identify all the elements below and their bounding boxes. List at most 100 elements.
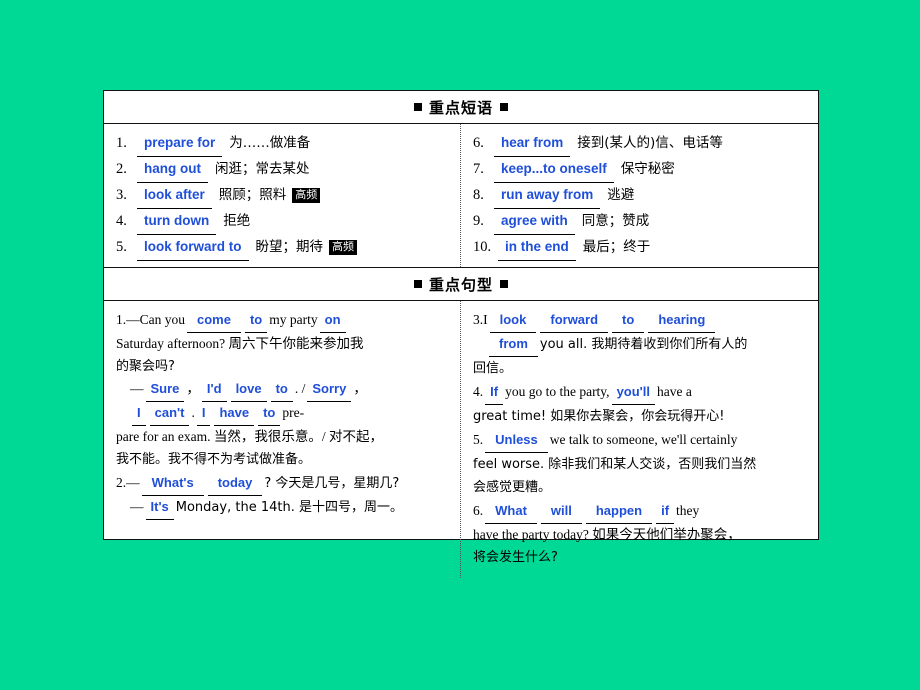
phrase-meaning: 为……做准备 [229,135,311,151]
sentence-text: you all. 我期待着收到你们所有人的 [539,337,748,352]
sentence-blank: have [214,402,255,426]
phrase-row: 10. in the end 最后；终于 [473,235,808,261]
sentence-number: 4. [473,384,484,399]
sentences-left-column: 1.—Can you come to my party on Saturday afte… [104,301,461,578]
sentence-blank: Sorry [307,378,352,402]
phrase-meaning: 盼望；期待 [255,239,324,255]
phrase-meaning: 最后；终于 [582,239,651,255]
phrase-meaning: 拒绝 [223,213,251,229]
square-bullet-icon [413,103,422,111]
sentence-text: ? 今天是几号，星期几? [264,476,400,491]
sentence-line: feel worse. 除非我们和某人交谈，否则我们当然 [473,457,757,472]
sentence-number: 6. [473,503,484,518]
sentences-columns: 1.—Can you come to my party on Saturday afte… [104,301,818,578]
sentence-line: 我不能。我不得不为考试做准备。 [116,452,312,467]
sentence-line: 的聚会吗? [116,359,175,374]
comma: ， [353,381,367,396]
sentence-number: 5. [473,432,484,447]
sentence-line: 会感觉更糟。 [473,480,552,495]
sentence-text: you go to the party, [505,384,610,399]
phrases-title-text: 重点短语 [428,100,493,117]
sentence-lead: I [483,312,488,327]
phrase-row: 6. hear from 接到(某人的)信、电话等 [473,131,808,157]
sentence-line: pare for an exam. 当然，我很乐意。/ 对不起， [116,429,383,444]
phrase-meaning: 同意；赞成 [581,213,650,229]
sentence-item-4: 4. If you go to the party, you'll have a gre… [473,381,808,428]
phrases-columns: 1. prepare for 为……做准备 2. hang out 闲逛；常去某… [104,124,818,267]
sentence-blank: happen [585,500,653,524]
sentences-title-text: 重点句型 [428,277,493,294]
sentence-line: 将会发生什么? [473,550,558,565]
sentence-blank: Unless [485,429,548,453]
sentence-blank: to [258,402,281,426]
phrase-blank: look after [137,183,212,209]
phrases-right-column: 6. hear from 接到(某人的)信、电话等 7. keep...to o… [461,124,818,267]
dash: — [130,499,144,514]
phrase-blank: prepare for [137,131,223,157]
phrase-meaning: 照顾；照料 [218,187,287,203]
period: . [191,405,195,420]
sentence-blank: Sure [145,378,185,402]
high-frequency-tag: 高频 [329,240,357,256]
phrase-row: 5. look forward to 盼望；期待 高频 [116,235,450,261]
phrase-blank: keep...to oneself [494,157,614,183]
phrase-row: 4. turn down 拒绝 [116,209,450,235]
phrase-number: 7. [473,161,484,177]
dash: — [126,475,140,490]
phrase-number: 10. [473,239,492,255]
sentence-text: my party [269,312,318,327]
sentence-blank: What's [141,472,204,496]
sentence-text: Monday, the 14th. 是十四号，周一。 [175,500,403,515]
phrase-number: 8. [473,187,484,203]
sentence-blank: It's [145,496,174,520]
phrase-blank: hang out [137,157,208,183]
sentence-line: Saturday afternoon? 周六下午你能来参加我 [116,336,364,351]
sentence-number: 1. [116,312,127,327]
high-frequency-tag: 高频 [292,188,321,204]
comma: ， [186,381,200,396]
phrase-meaning: 接到(某人的)信、电话等 [577,135,723,151]
phrase-blank: turn down [137,209,217,235]
phrase-meaning: 闲逛；常去某处 [215,161,310,177]
sentence-blank: I [196,402,211,426]
sentence-text: have a [657,384,692,399]
sentence-item-1: 1.—Can you come to my party on Saturday afte… [116,309,450,471]
phrase-row: 8. run away from 逃避 [473,183,808,209]
sentence-blank: from [489,333,538,357]
dash: — [130,381,144,396]
phrase-row: 7. keep...to oneself 保守秘密 [473,157,808,183]
sentence-blank: forward [540,309,609,333]
sentence-blank: to [612,309,645,333]
phrase-meaning: 逃避 [607,187,635,203]
phrase-number: 6. [473,135,484,151]
phrase-blank: in the end [498,235,576,261]
phrase-row: 1. prepare for 为……做准备 [116,131,450,157]
phrase-number: 1. [116,135,127,151]
phrase-blank: hear from [494,131,571,157]
phrase-blank: run away from [494,183,601,209]
sentence-blank: can't [149,402,190,426]
sentences-section-title: 重点句型 [104,268,818,300]
phrase-number: 9. [473,213,484,229]
sentence-blank: hearing [648,309,716,333]
phrase-blank: agree with [494,209,575,235]
phrase-meaning: 保守秘密 [620,161,675,177]
sentence-line: have the party today? 如果今天他们举办聚会， [473,527,741,542]
sentence-text: we talk to someone, we'll certainly [549,432,738,447]
sentence-line: 回信。 [473,361,513,376]
slide-root: 重点短语 1. prepare for 为……做准备 2. hang out 闲… [0,0,920,690]
slash: . / [294,381,306,396]
sentence-lead: —Can you [126,312,185,327]
sentence-blank: if [656,500,675,524]
phrase-row: 3. look after 照顾；照料 高频 [116,183,450,209]
phrase-number: 5. [116,239,127,255]
content-card: 重点短语 1. prepare for 为……做准备 2. hang out 闲… [103,90,819,578]
phrase-blank: look forward to [137,235,249,261]
sentence-blank: What [485,500,537,524]
sentence-blank: come [187,309,241,333]
sentence-tail: pre- [282,405,305,420]
square-bullet-icon [500,103,508,111]
sentence-blank: to [270,378,293,402]
sentence-item-5: 5. Unless we talk to someone, we'll certai… [473,429,808,499]
square-bullet-icon [500,280,508,288]
